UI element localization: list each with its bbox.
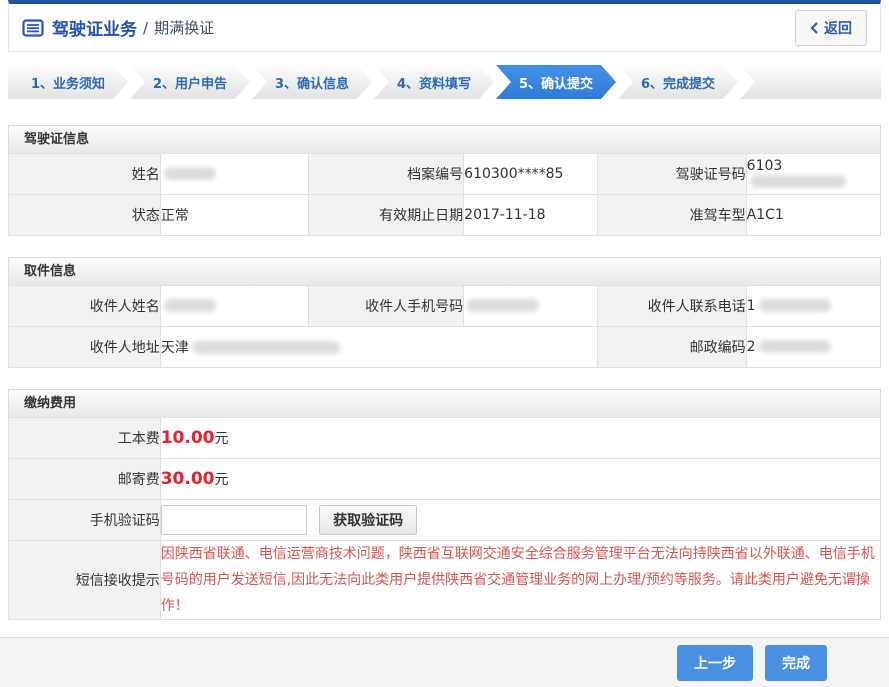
table-row: 收件人姓名 收件人手机号码 收件人联系电话 1 [9, 286, 881, 327]
expiry-date-value: 2017-11-18 [464, 195, 598, 236]
license-number-value: 6103 [746, 154, 880, 195]
name-label: 姓名 [9, 154, 161, 195]
post-fee-unit: 元 [215, 472, 229, 488]
recipient-name-value [160, 286, 308, 327]
recipient-phone-label: 收件人联系电话 [598, 286, 746, 327]
previous-step-button[interactable]: 上一步 [677, 645, 753, 681]
license-card-icon [22, 19, 44, 37]
page-header: 驾驶证业务 / 期满换证 返回 [8, 0, 881, 52]
step-tab-3[interactable]: 3、确认信息 [252, 65, 372, 99]
sms-code-input[interactable] [161, 505, 307, 535]
step-tab-2[interactable]: 2、用户申告 [130, 65, 250, 99]
footer-action-bar: 上一步 完成 [0, 637, 889, 687]
section-title-pickup: 取件信息 [8, 257, 881, 285]
redacted-value [467, 299, 539, 312]
sms-notice-text: 因陕西省联通、电信运营商技术问题，陕西省互联网交通安全综合服务管理平台无法向持陕… [161, 541, 880, 619]
section-pickup-info: 取件信息 收件人姓名 收件人手机号码 收件人联系电话 1 收件人地址 天津 邮政… [8, 257, 881, 368]
sms-code-label: 手机验证码 [9, 500, 161, 541]
redacted-value [192, 341, 340, 354]
license-number-label: 驾驶证号码 [598, 154, 746, 195]
post-fee-amount: 30.00 [161, 469, 215, 489]
fees-table: 工本费 10.00元 邮寄费 30.00元 手机验证码 获取验证码 短信接收提 [8, 417, 881, 620]
step-tab-1[interactable]: 1、业务须知 [8, 65, 128, 99]
finish-button[interactable]: 完成 [765, 645, 827, 681]
post-fee-label: 邮寄费 [9, 459, 161, 500]
postcode-value: 2 [746, 327, 880, 368]
license-info-table: 姓名 档案编号 610300****85 驾驶证号码 6103 状态 正常 有效… [8, 153, 881, 236]
redacted-value [759, 340, 831, 353]
table-row: 短信接收提示 因陕西省联通、电信运营商技术问题，陕西省互联网交通安全综合服务管理… [9, 541, 881, 620]
redacted-value [164, 167, 216, 180]
step-tab-6[interactable]: 6、完成提交 [618, 65, 738, 99]
step-tabs: 1、业务须知 2、用户申告 3、确认信息 4、资料填写 5、确认提交 6、完成提… [8, 65, 881, 99]
section-fees: 缴纳费用 工本费 10.00元 邮寄费 30.00元 手机验证码 获取验证码 [8, 389, 881, 620]
card-fee-label: 工本费 [9, 418, 161, 459]
table-row: 邮寄费 30.00元 [9, 459, 881, 500]
recipient-name-label: 收件人姓名 [9, 286, 161, 327]
sms-notice-label: 短信接收提示 [9, 541, 161, 620]
sms-code-cell: 获取验证码 [160, 500, 880, 541]
status-value: 正常 [160, 195, 308, 236]
get-sms-code-button[interactable]: 获取验证码 [319, 505, 417, 535]
redacted-value [759, 299, 831, 312]
file-number-value: 610300****85 [464, 154, 598, 195]
table-row: 姓名 档案编号 610300****85 驾驶证号码 6103 [9, 154, 881, 195]
breadcrumb-separator: / [143, 19, 148, 37]
status-label: 状态 [9, 195, 161, 236]
step-tabs-filler [740, 65, 881, 99]
card-fee-value: 10.00元 [160, 418, 880, 459]
post-fee-value: 30.00元 [160, 459, 880, 500]
pickup-info-table: 收件人姓名 收件人手机号码 收件人联系电话 1 收件人地址 天津 邮政编码 2 [8, 285, 881, 368]
card-fee-unit: 元 [215, 431, 229, 447]
page-title: 驾驶证业务 [52, 15, 137, 40]
sms-notice-cell: 因陕西省联通、电信运营商技术问题，陕西省互联网交通安全综合服务管理平台无法向持陕… [160, 541, 880, 620]
expiry-date-label: 有效期止日期 [308, 195, 463, 236]
file-number-label: 档案编号 [308, 154, 463, 195]
vehicle-class-value: A1C1 [746, 195, 880, 236]
redacted-value [164, 299, 216, 312]
card-fee-amount: 10.00 [161, 428, 215, 448]
postcode-label: 邮政编码 [598, 327, 746, 368]
section-title-license: 驾驶证信息 [8, 125, 881, 153]
recipient-address-label: 收件人地址 [9, 327, 161, 368]
back-button[interactable]: 返回 [795, 10, 867, 46]
name-value [160, 154, 308, 195]
back-button-label: 返回 [824, 18, 852, 38]
table-row: 收件人地址 天津 邮政编码 2 [9, 327, 881, 368]
section-license-info: 驾驶证信息 姓名 档案编号 610300****85 驾驶证号码 6103 状态… [8, 125, 881, 236]
table-row: 手机验证码 获取验证码 [9, 500, 881, 541]
redacted-value [750, 175, 846, 188]
vehicle-class-label: 准驾车型 [598, 195, 746, 236]
recipient-mobile-value [464, 286, 598, 327]
chevron-left-icon [810, 22, 818, 34]
section-title-fees: 缴纳费用 [8, 389, 881, 417]
table-row: 工本费 10.00元 [9, 418, 881, 459]
page: 驾驶证业务 / 期满换证 返回 1、业务须知 2、用户申告 3、确认信息 4、资… [0, 0, 889, 687]
step-tab-4[interactable]: 4、资料填写 [374, 65, 494, 99]
table-row: 状态 正常 有效期止日期 2017-11-18 准驾车型 A1C1 [9, 195, 881, 236]
recipient-mobile-label: 收件人手机号码 [308, 286, 463, 327]
recipient-phone-value: 1 [746, 286, 880, 327]
step-tab-5-active[interactable]: 5、确认提交 [496, 65, 616, 99]
recipient-address-value: 天津 [160, 327, 598, 368]
breadcrumb-current: 期满换证 [154, 17, 214, 38]
